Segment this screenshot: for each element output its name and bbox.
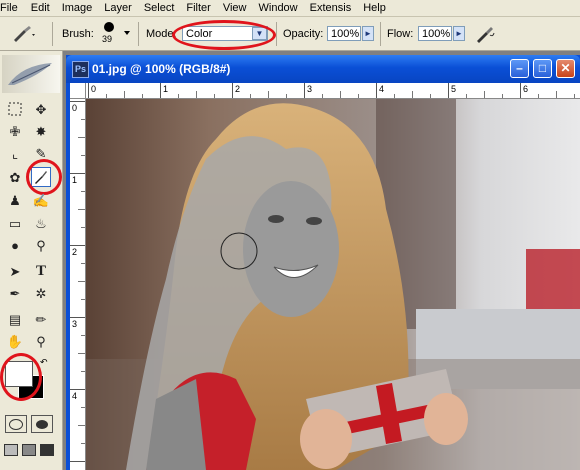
standard-mode-icon[interactable] bbox=[5, 415, 27, 433]
image-canvas[interactable] bbox=[86, 99, 580, 470]
ruler-top-label: 5 bbox=[451, 84, 456, 94]
ruler-left-label: 4 bbox=[72, 391, 77, 401]
vertical-ruler[interactable]: 0 1 2 3 4 bbox=[70, 99, 86, 470]
eraser-tool-icon[interactable]: ▭ bbox=[5, 213, 25, 233]
brush-size: 39 bbox=[102, 34, 113, 44]
menu-help[interactable]: Help bbox=[363, 0, 391, 16]
horizontal-ruler[interactable]: 0 1 2 3 4 5 6 bbox=[86, 83, 580, 99]
mode-dropdown-icon[interactable]: ▼ bbox=[252, 27, 267, 40]
clone-stamp-tool-icon[interactable]: ♟ bbox=[5, 190, 25, 210]
zoom-tool-icon[interactable]: ⚲ bbox=[31, 331, 51, 351]
ruler-top-label: 3 bbox=[307, 84, 312, 94]
menu-bar: File Edit Image Layer Select Filter View… bbox=[0, 0, 580, 17]
marquee-tool-icon[interactable] bbox=[5, 99, 25, 119]
flow-field[interactable]: 100% bbox=[418, 26, 452, 41]
menu-window[interactable]: Window bbox=[259, 0, 303, 16]
brush-label: Brush: bbox=[62, 27, 94, 40]
menu-layer[interactable]: Layer bbox=[104, 0, 137, 16]
hand-tool-icon[interactable]: ✋ bbox=[5, 331, 25, 351]
airbrush-icon bbox=[477, 27, 495, 43]
flow-slider-button[interactable]: ► bbox=[453, 26, 465, 41]
photoshop-feather-logo bbox=[2, 55, 60, 93]
history-brush-tool-icon[interactable]: ✍ bbox=[31, 190, 51, 210]
opacity-value: 100% bbox=[331, 28, 360, 40]
ruler-top-label: 4 bbox=[379, 84, 384, 94]
mode-value: Color bbox=[186, 28, 213, 40]
screen-mode-full-icon[interactable] bbox=[39, 443, 55, 457]
ruler-left-label: 2 bbox=[72, 247, 77, 257]
crop-tool-icon[interactable]: ⌞ bbox=[5, 143, 25, 163]
flow-value: 100% bbox=[422, 28, 451, 40]
document-title: 01.jpg @ 100% (RGB/8#) bbox=[92, 62, 231, 76]
pen-tool-icon[interactable]: ✒ bbox=[5, 283, 25, 303]
healing-brush-tool-icon[interactable]: ✿ bbox=[5, 167, 25, 187]
ruler-left-label: 0 bbox=[72, 103, 77, 113]
ruler-top-label: 1 bbox=[163, 84, 168, 94]
type-tool-icon[interactable]: T bbox=[31, 261, 51, 281]
maximize-button[interactable]: □ bbox=[533, 59, 552, 78]
tool-preset-picker[interactable] bbox=[10, 17, 38, 50]
ruler-origin[interactable] bbox=[70, 83, 86, 99]
menu-edit[interactable]: Edit bbox=[31, 0, 55, 16]
slice-tool-icon[interactable]: ✎ bbox=[31, 143, 51, 163]
menu-extensis[interactable]: Extensis bbox=[310, 0, 357, 16]
move-tool-icon[interactable]: ✥ bbox=[31, 99, 51, 119]
magic-wand-tool-icon[interactable]: ✸ bbox=[31, 121, 51, 141]
document-titlebar[interactable]: Ps 01.jpg @ 100% (RGB/8#) – □ ✕ bbox=[66, 55, 580, 83]
ruler-left-label: 1 bbox=[72, 175, 77, 185]
ruler-top-label: 6 bbox=[523, 84, 528, 94]
brush-dropdown-icon[interactable] bbox=[124, 31, 130, 35]
opacity-field[interactable]: 100% bbox=[327, 26, 361, 41]
quick-mask-mode-icon[interactable] bbox=[31, 415, 53, 433]
airbrush-toggle[interactable] bbox=[474, 23, 496, 45]
opacity-slider-button[interactable]: ► bbox=[362, 26, 374, 41]
toolbox: ✥ ✙ ✸ ⌞ ✎ ✿ ♟ ✍ ▭ ♨ ● ⚲ ➤ T ✒ ✲ ▤ ✏ ✋ ⚲ … bbox=[0, 51, 63, 470]
brush-picker[interactable]: 39 bbox=[98, 22, 120, 48]
screen-mode-standard-icon[interactable] bbox=[3, 443, 19, 457]
mode-label: Mode: bbox=[146, 27, 177, 40]
close-button[interactable]: ✕ bbox=[556, 59, 575, 78]
ruler-top-label: 0 bbox=[91, 84, 96, 94]
custom-shape-tool-icon[interactable]: ✲ bbox=[31, 283, 51, 303]
blur-tool-icon[interactable]: ● bbox=[5, 235, 25, 255]
menu-file[interactable]: File bbox=[0, 0, 23, 16]
opacity-label: Opacity: bbox=[283, 27, 324, 40]
menu-select[interactable]: Select bbox=[144, 0, 180, 16]
lasso-tool-icon[interactable]: ✙ bbox=[5, 121, 25, 141]
document-window: Ps 01.jpg @ 100% (RGB/8#) – □ ✕ 0 1 2 3 … bbox=[66, 55, 580, 470]
foreground-color-swatch[interactable] bbox=[5, 361, 33, 387]
options-bar: Brush: 39 Mode: Color ▼ Opacity: 100% ► … bbox=[0, 17, 580, 51]
brush-preset-icon bbox=[14, 25, 35, 42]
photo-woman-with-gift bbox=[86, 99, 580, 470]
paint-bucket-tool-icon[interactable]: ♨ bbox=[31, 213, 51, 233]
ruler-top-label: 2 bbox=[235, 84, 240, 94]
swap-colors-icon[interactable]: ↶ bbox=[40, 357, 48, 368]
dodge-tool-icon[interactable]: ⚲ bbox=[31, 235, 51, 255]
notes-tool-icon[interactable]: ▤ bbox=[5, 309, 25, 329]
menu-image[interactable]: Image bbox=[62, 0, 98, 16]
eyedropper-tool-icon[interactable]: ✏ bbox=[31, 309, 51, 329]
ruler-left-label: 3 bbox=[72, 319, 77, 329]
minimize-button[interactable]: – bbox=[510, 59, 529, 78]
photoshop-doc-icon: Ps bbox=[72, 61, 89, 78]
screen-mode-full-menu-icon[interactable] bbox=[21, 443, 37, 457]
menu-filter[interactable]: Filter bbox=[186, 0, 215, 16]
brush-tip-icon bbox=[104, 22, 114, 32]
menu-view[interactable]: View bbox=[223, 0, 252, 16]
path-selection-tool-icon[interactable]: ➤ bbox=[5, 261, 25, 281]
brush-tool-icon[interactable] bbox=[31, 167, 51, 187]
flow-label: Flow: bbox=[387, 27, 414, 40]
